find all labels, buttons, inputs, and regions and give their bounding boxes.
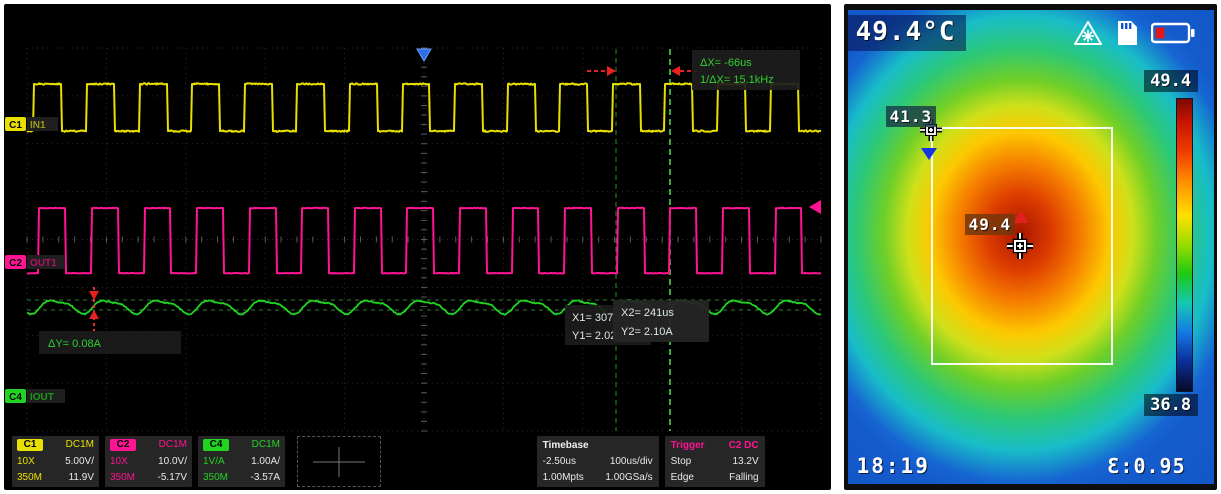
scope-status-bar: C1 DC1M 10X 5.00V/ 350M 11.9V C2 DC1M 10X 1… — [12, 436, 831, 487]
x1-value: X1= 307 — [572, 312, 613, 324]
c1-coupling: DC1M — [66, 438, 94, 452]
graticule-axis-ticks — [27, 48, 821, 431]
dy-value: ΔY= 0.08A — [48, 338, 102, 350]
c2-badge: C2 — [110, 439, 136, 451]
channel-info-c2[interactable]: C2 DC1M 10X 10.0V/ 350M -5.17V — [105, 436, 192, 487]
trigger-mode: Stop — [671, 455, 692, 469]
trigger-title: Trigger — [671, 438, 705, 453]
trigger-level-marker[interactable] — [809, 200, 821, 214]
spot1-temp-label: 41.3 — [886, 106, 937, 127]
max-temp-readout: 49.4°C — [848, 15, 966, 51]
scale-max-label: 49.4 — [1144, 70, 1198, 92]
dy-arrow-down-icon — [89, 291, 99, 300]
dx-arrow1-head-icon — [607, 66, 616, 76]
trigger-box[interactable]: Trigger C2 DC Stop 13.2V Edge Falling — [665, 436, 765, 487]
c4-probe: 1V/A — [203, 455, 225, 469]
dy-readout-box: ΔY= 0.08A — [39, 331, 181, 354]
timebase-box[interactable]: Timebase -2.50us 100us/div 1.00Mpts 1.00GS… — [537, 436, 659, 487]
timebase-title: Timebase — [543, 438, 653, 453]
c1-scale: 5.00V/ — [65, 455, 94, 469]
x2y2-readout-box: X2= 241us Y2= 2.10A — [613, 300, 709, 342]
c2-coupling: DC1M — [159, 438, 187, 452]
dx-readout-box: ΔX= -66us 1/ΔX= 15.1kHz — [692, 50, 800, 90]
oscilloscope-panel: ΔX= -66us 1/ΔX= 15.1kHz X1= 307 Y1= 2.02… — [4, 4, 831, 490]
timebase-samplerate: 1.00GSa/s — [605, 471, 652, 485]
status-icons — [1073, 20, 1195, 46]
x2-value: X2= 241us — [621, 307, 674, 319]
spot2-temp-label: 49.4 — [965, 214, 1016, 235]
timebase-memory: 1.00Mpts — [543, 471, 584, 485]
trigger-slope: Falling — [729, 471, 758, 485]
page: ΔX= -66us 1/ΔX= 15.1kHz X1= 307 Y1= 2.02… — [0, 0, 1221, 494]
c1-offset: 11.9V — [69, 471, 94, 485]
channel-info-c4[interactable]: C4 DC1M 1V/A 1.00A/ 350M -3.57A — [198, 436, 285, 487]
channel-info-c1[interactable]: C1 DC1M 10X 5.00V/ 350M 11.9V — [12, 436, 99, 487]
c2-offset: -5.17V — [158, 471, 187, 485]
sd-card-icon — [1116, 20, 1138, 46]
c4-offset: -3.57A — [251, 471, 280, 485]
c1-probe: 10X — [17, 455, 35, 469]
timebase-delay: -2.50us — [543, 455, 576, 469]
c1-bandwidth: 350M — [17, 471, 42, 485]
dx-value: ΔX= -66us — [700, 57, 752, 69]
c4-channel-badge[interactable]: C4 IOUT — [5, 389, 65, 403]
dy-arrow-up-icon — [89, 310, 99, 319]
spot2-crosshair-icon — [1006, 232, 1034, 260]
scale-min-label: 36.8 — [1144, 394, 1198, 416]
c4-bandwidth: 350M — [203, 471, 228, 485]
y1-value: Y1= 2.02 — [572, 330, 616, 342]
empty-channel-slot[interactable] — [297, 436, 381, 487]
c4-trace-label: IOUT — [30, 392, 54, 403]
c2-probe: 10X — [110, 455, 128, 469]
laser-warning-icon — [1073, 20, 1103, 46]
trigger-level: 13.2V — [732, 455, 758, 469]
max-temp-marker-icon — [1014, 210, 1028, 223]
c2-bandwidth: 350M — [110, 471, 135, 485]
temperature-scale-bar — [1176, 98, 1193, 392]
trigger-source: C2 DC — [729, 438, 759, 453]
scope-display: ΔX= -66us 1/ΔX= 15.1kHz X1= 307 Y1= 2.02… — [4, 4, 831, 438]
svg-text:C2: C2 — [9, 258, 22, 269]
c2-channel-badge[interactable]: C2 OUT1 — [5, 255, 65, 269]
c2-scale: 10.0V/ — [158, 455, 187, 469]
c4-scale: 1.00A/ — [251, 455, 280, 469]
y2-value: Y2= 2.10A — [621, 326, 673, 338]
c1-badge: C1 — [17, 439, 43, 451]
battery-low-icon — [1151, 22, 1195, 44]
svg-text:C1: C1 — [9, 120, 22, 131]
dx-arrow2-head-icon — [671, 66, 680, 76]
thermal-image: 49.4°C — [848, 10, 1214, 484]
emissivity-readout: Ɛ:0.95 — [1107, 454, 1185, 478]
c1-channel-badge[interactable]: C1 IN1 — [5, 117, 58, 131]
trigger-type: Edge — [671, 471, 694, 485]
min-temp-marker-icon — [921, 148, 937, 160]
svg-text:C4: C4 — [9, 392, 22, 403]
timebase-scale: 100us/div — [610, 455, 653, 469]
c1-trace-label: IN1 — [30, 120, 46, 131]
trigger-position-marker[interactable] — [417, 49, 431, 61]
c4-badge: C4 — [203, 439, 229, 451]
clock-readout: 18:19 — [857, 454, 930, 478]
thermal-camera-panel: 49.4°C — [844, 4, 1217, 490]
inv-dx-value: 1/ΔX= 15.1kHz — [700, 74, 774, 86]
c4-coupling: DC1M — [252, 438, 280, 452]
c2-trace-label: OUT1 — [30, 258, 57, 269]
